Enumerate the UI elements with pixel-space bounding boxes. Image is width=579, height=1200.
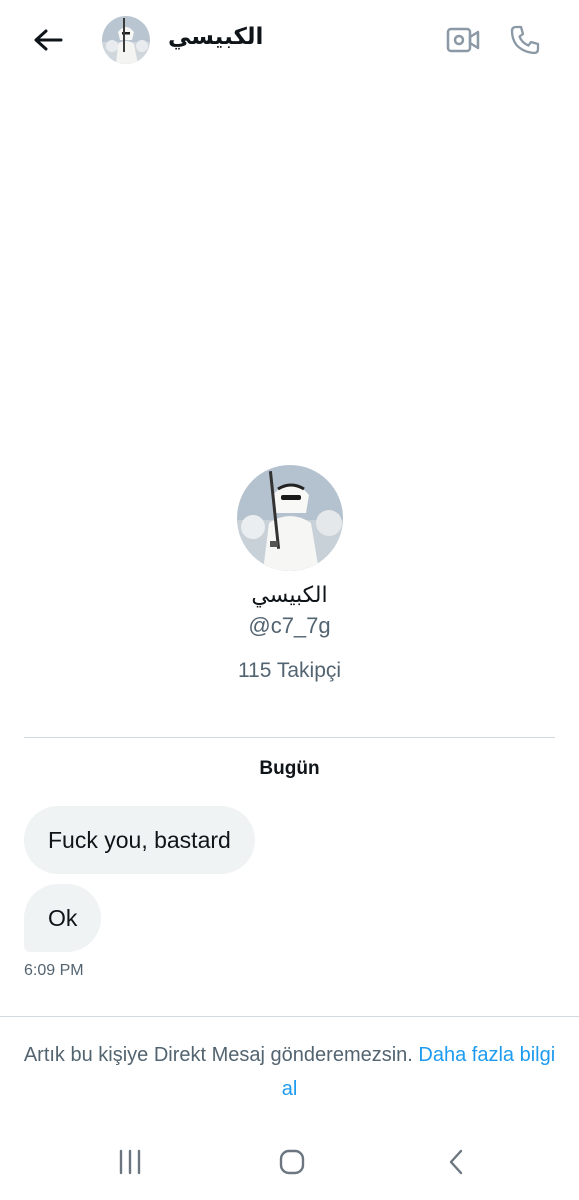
avatar-image (102, 16, 150, 64)
dm-restriction-notice: Artık bu kişiye Direkt Mesaj gönderemezs… (20, 1038, 559, 1106)
profile-handle: @c7_7g (248, 613, 331, 638)
home-icon (279, 1149, 305, 1175)
message-text: Fuck you, bastard (48, 827, 231, 853)
back-chevron-icon (449, 1149, 463, 1175)
profile-followers-count[interactable]: 115 Takipçi (0, 657, 579, 685)
conversation-header: الكبيسي (0, 0, 579, 80)
message-timestamp: 6:09 PM (24, 962, 84, 979)
message-bubble[interactable]: Ok (24, 884, 102, 952)
profile-summary: الكبيسي @c7_7g 115 Takipçi (0, 465, 579, 685)
arrow-left-icon (34, 29, 63, 51)
header-contact-name[interactable]: الكبيسي (168, 24, 263, 50)
system-navigation-bar (0, 1120, 579, 1200)
recents-button[interactable] (108, 1140, 152, 1184)
back-button[interactable] (28, 22, 68, 58)
header-avatar[interactable] (102, 16, 150, 64)
message-text: Ok (48, 905, 78, 931)
recents-icon (119, 1149, 141, 1175)
home-button[interactable] (270, 1140, 314, 1184)
phone-call-button[interactable] (506, 20, 544, 60)
phone-icon (510, 25, 540, 55)
video-call-button[interactable] (444, 22, 482, 58)
profile-avatar[interactable] (236, 465, 343, 571)
avatar-image (236, 465, 343, 571)
notice-text: Artık bu kişiye Direkt Mesaj gönderemezs… (23, 1044, 413, 1066)
divider (0, 1016, 579, 1017)
profile-display-name: الكبيسي (251, 583, 328, 608)
video-call-icon (446, 27, 480, 53)
message-bubble[interactable]: Fuck you, bastard (24, 806, 255, 874)
date-separator: Bugün (259, 758, 320, 779)
divider (24, 737, 555, 738)
system-back-button[interactable] (434, 1140, 478, 1184)
